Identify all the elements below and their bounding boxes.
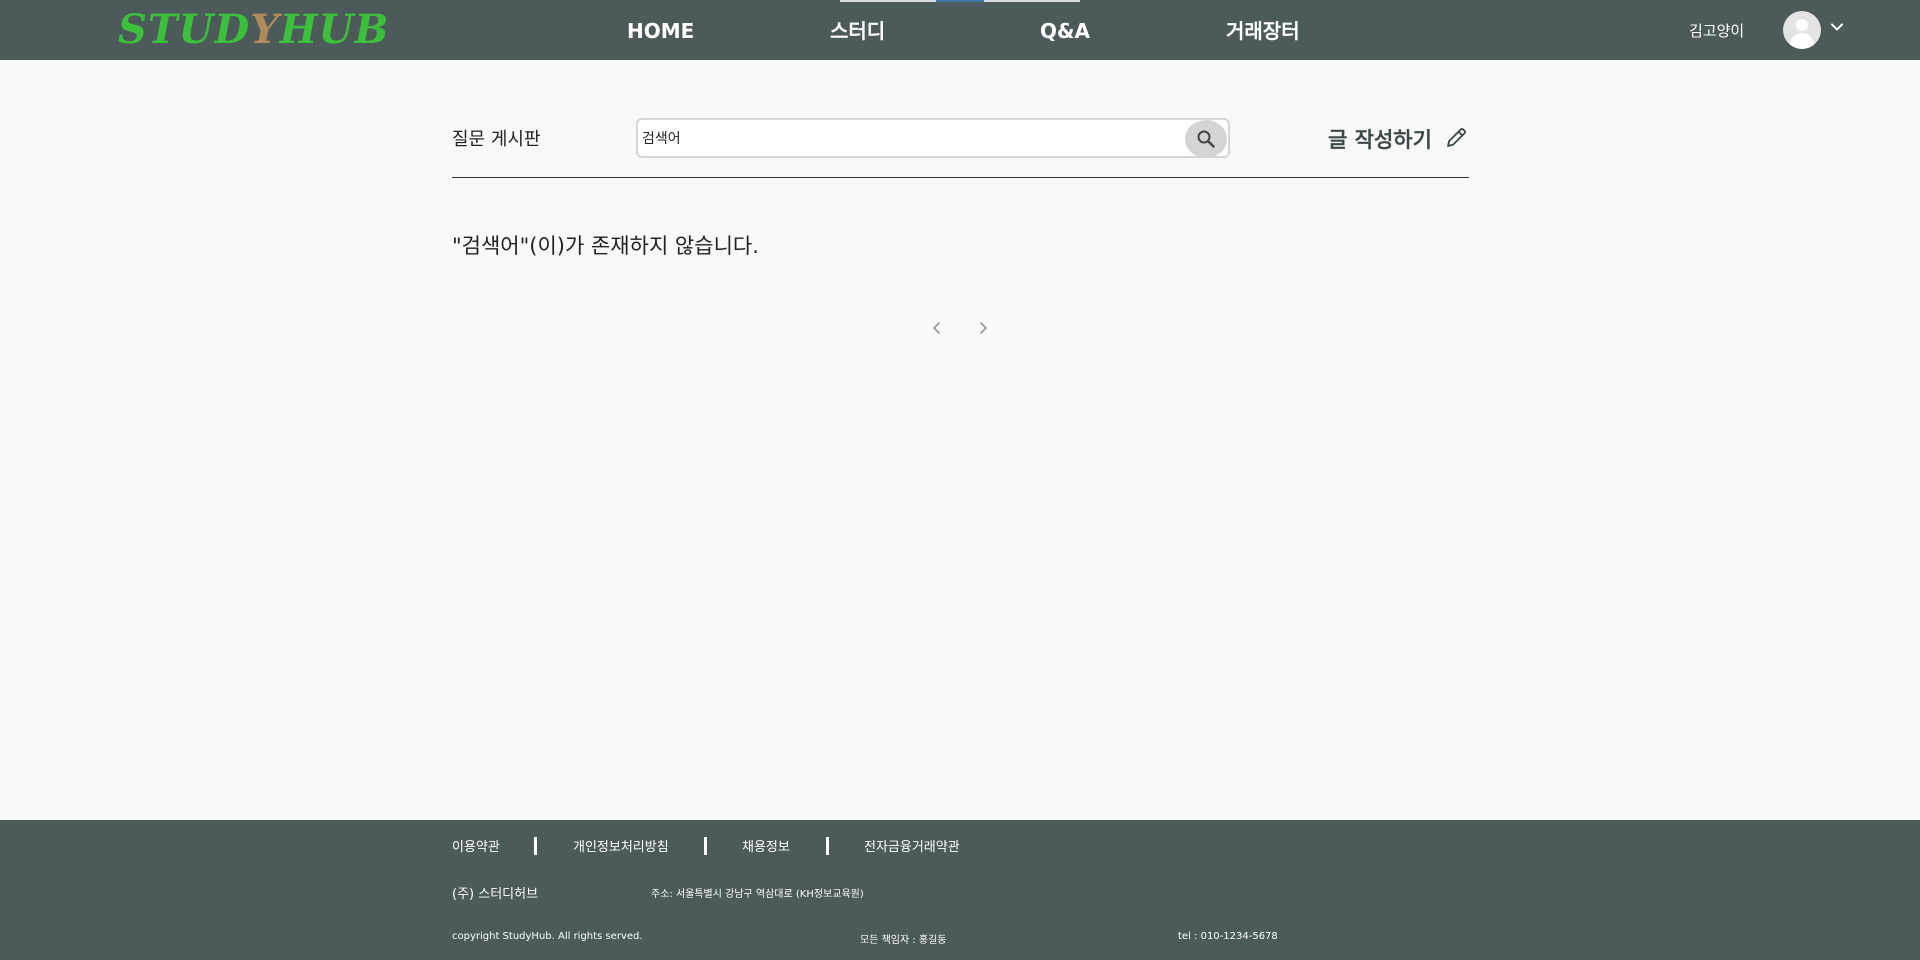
footer-separator: [534, 837, 537, 855]
pencil-icon[interactable]: [1443, 125, 1469, 151]
user-name[interactable]: 김고양이: [1689, 0, 1744, 60]
user-avatar-icon[interactable]: [1783, 11, 1821, 49]
footer: 이용약관 개인정보처리방침 채용정보 전자금융거래약관 (주) 스터디허브 주소…: [0, 820, 1920, 960]
nav-study[interactable]: 스터디: [830, 0, 885, 60]
footer-link-careers[interactable]: 채용정보: [742, 836, 790, 855]
search-icon: [1197, 130, 1215, 148]
footer-tel: tel : 010-1234-5678: [1178, 931, 1278, 942]
chevron-down-icon[interactable]: [1829, 19, 1845, 35]
nav-qa[interactable]: Q&A: [1040, 0, 1090, 60]
footer-separator: [826, 837, 829, 855]
search-box: [636, 118, 1230, 158]
board-title: 질문 게시판: [452, 129, 541, 150]
nav-home[interactable]: HOME: [627, 0, 694, 60]
footer-copyright: copyright StudyHub. All rights served.: [452, 931, 643, 942]
chevron-right-icon[interactable]: [975, 320, 991, 336]
footer-company-name: (주) 스터디허브: [452, 887, 539, 902]
top-navigation-bar: STUDYHUB HOME 스터디 Q&A 거래장터 김고양이: [0, 0, 1920, 60]
empty-result-message: "검색어"(이)가 존재하지 않습니다.: [452, 234, 759, 258]
write-post-button[interactable]: 글 작성하기: [1328, 124, 1432, 154]
search-button[interactable]: [1185, 120, 1227, 158]
chevron-left-icon[interactable]: [929, 320, 945, 336]
studyhub-logo[interactable]: STUDYHUB: [118, 6, 389, 54]
footer-manager: 모든 책임자 : 홍길동: [860, 935, 947, 946]
search-input[interactable]: [642, 124, 1182, 152]
footer-link-terms[interactable]: 이용약관: [452, 836, 500, 855]
footer-link-financial-terms[interactable]: 전자금융거래약관: [864, 836, 960, 855]
footer-link-privacy[interactable]: 개인정보처리방침: [573, 836, 669, 855]
footer-separator: [704, 837, 707, 855]
footer-address: 주소: 서울특별시 강남구 역삼대로 (KH정보교육원): [651, 889, 864, 900]
nav-marketplace[interactable]: 거래장터: [1226, 0, 1300, 60]
header-divider: [452, 177, 1469, 178]
